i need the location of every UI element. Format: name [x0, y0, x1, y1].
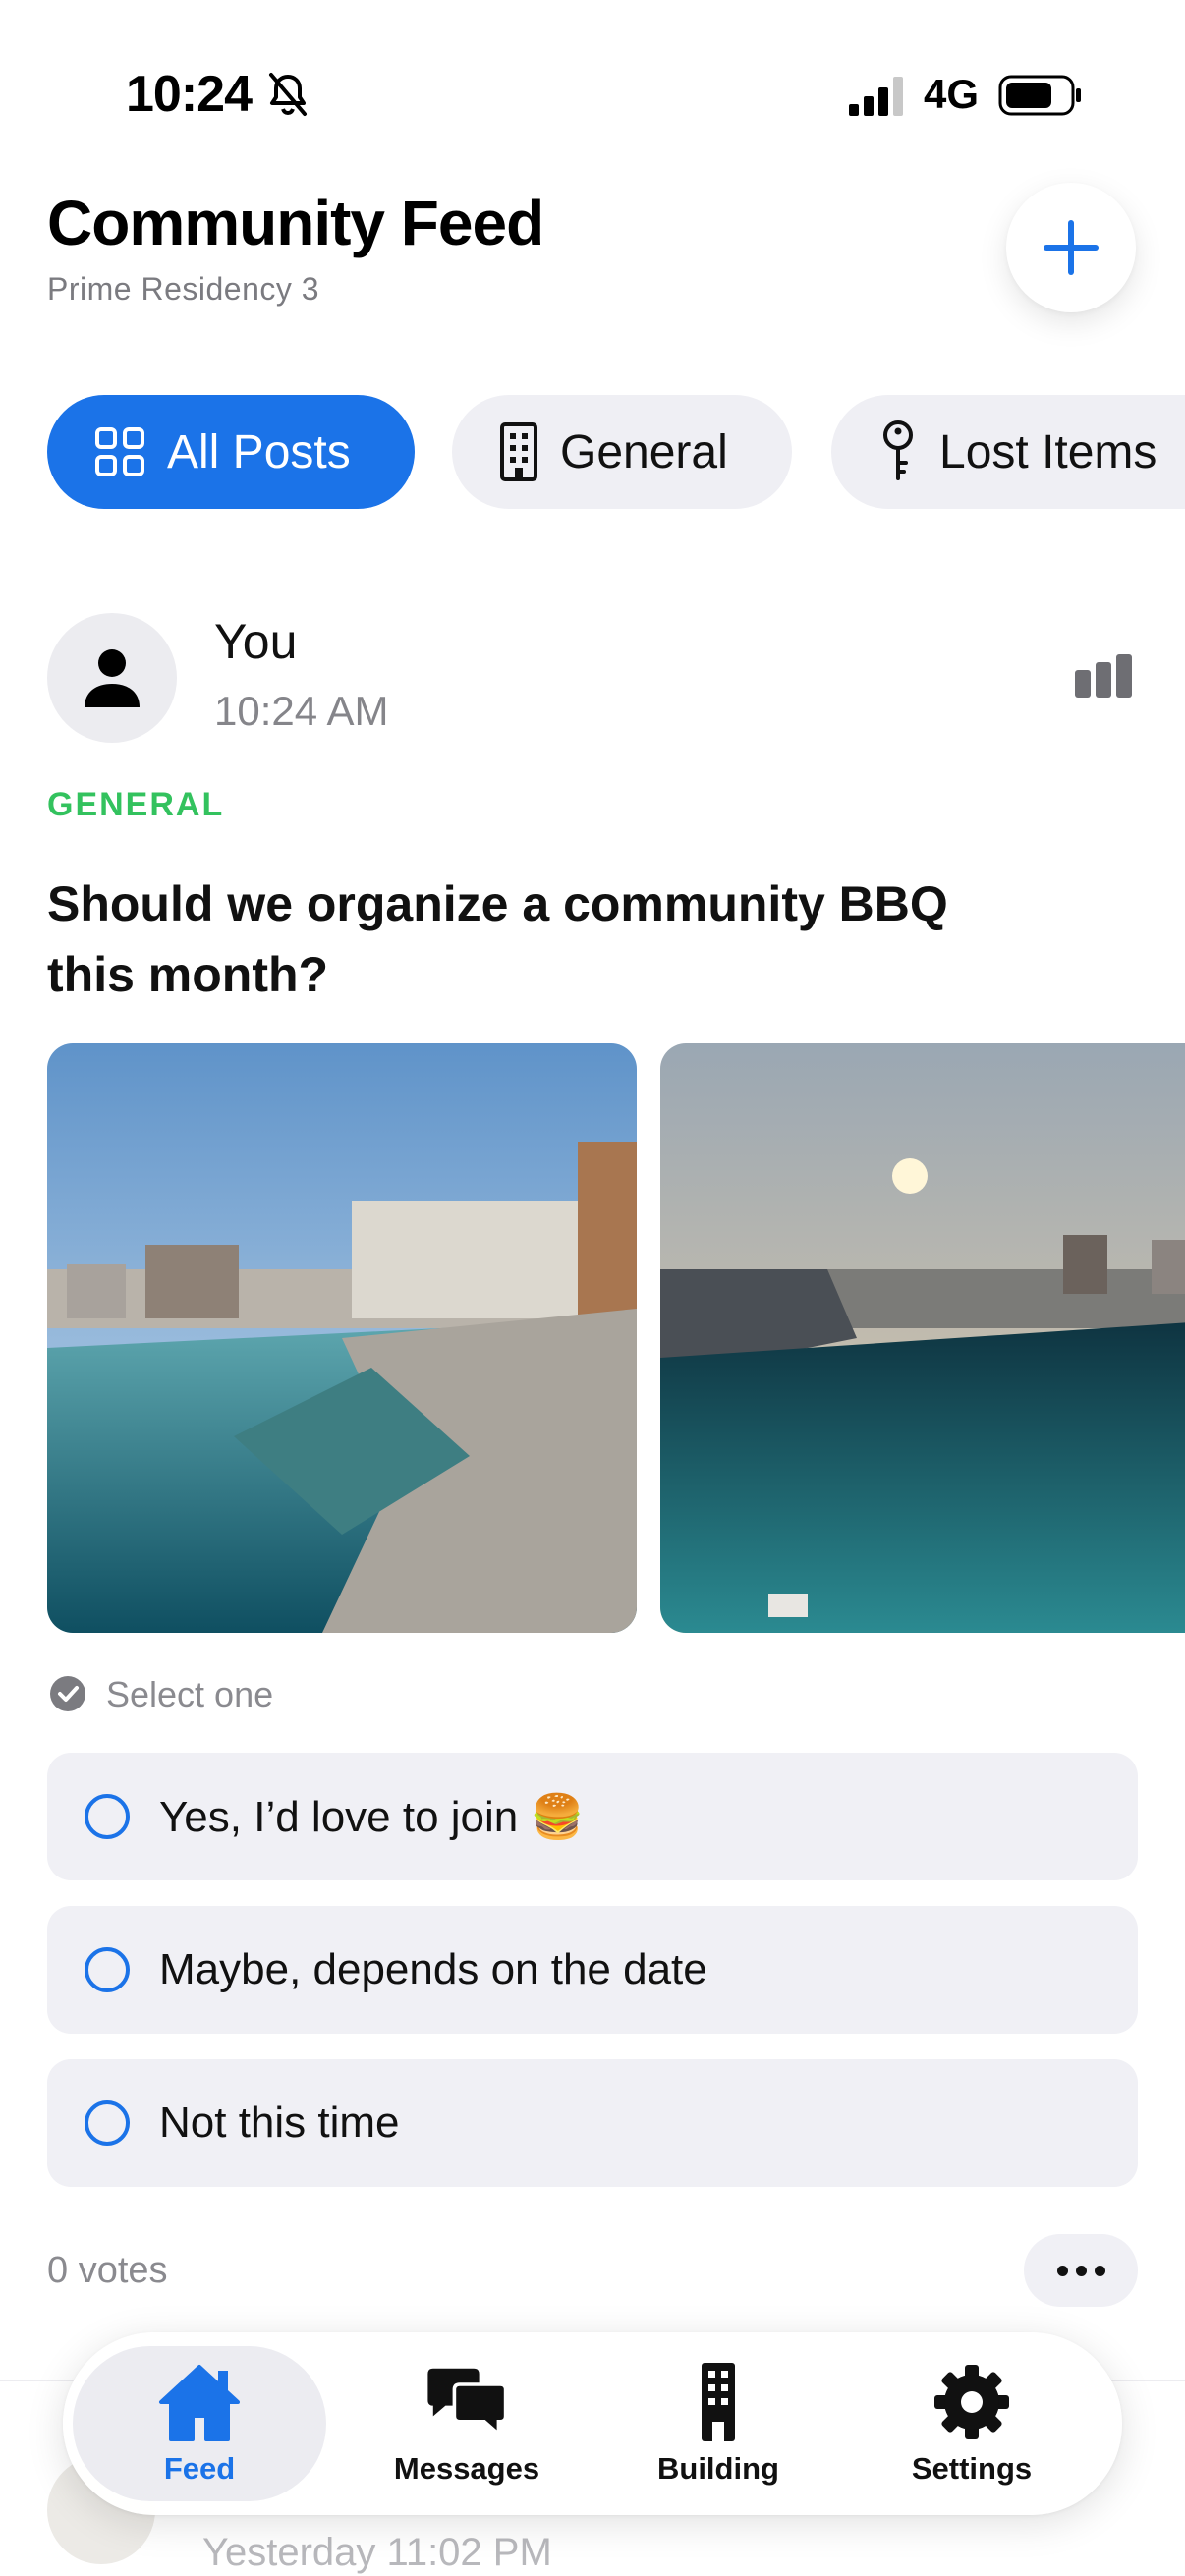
filter-all-posts[interactable]: All Posts — [47, 395, 415, 509]
tab-label: Feed — [163, 2451, 236, 2486]
tab-label: Messages — [393, 2451, 540, 2486]
home-icon — [159, 2365, 240, 2441]
bell-off-icon — [269, 73, 307, 116]
community-feed-screen: 10:24 4G Community Feed Prime Residency … — [0, 0, 1185, 2576]
tab-bar: Feed Messages Building Settings — [63, 2332, 1122, 2515]
more-options-button[interactable] — [1024, 2234, 1138, 2307]
post-category: GENERAL — [47, 786, 225, 823]
poll-chart-icon — [1075, 654, 1132, 698]
poll-instructions: Select one — [106, 1674, 274, 1714]
tab-settings[interactable]: Settings — [845, 2346, 1099, 2501]
poll-option-label: Maybe, depends on the date — [159, 1945, 707, 1993]
post-photo[interactable] — [660, 1043, 1185, 1633]
poll-option-label: Not this time — [159, 2099, 400, 2147]
filter-label: General — [560, 425, 728, 478]
signal-icon — [849, 77, 903, 116]
tab-building[interactable]: Building — [592, 2346, 845, 2501]
network-type: 4G — [924, 71, 980, 117]
radio-button[interactable] — [85, 1947, 130, 1992]
post-photo[interactable] — [47, 1043, 637, 1633]
person-icon — [85, 649, 140, 707]
chat-bubbles-icon — [427, 2368, 508, 2438]
building-icon — [702, 2363, 735, 2441]
rooftop-pool-sunset-photo — [660, 1043, 1185, 1633]
post-timestamp: 10:24 AM — [214, 688, 389, 734]
gear-icon — [934, 2365, 1009, 2439]
tab-label: Building — [657, 2451, 779, 2486]
filter-label: Lost Items — [939, 425, 1157, 478]
post-timestamp: Yesterday 11:02 PM — [202, 2531, 552, 2574]
tab-label: Settings — [911, 2451, 1033, 2486]
tab-messages[interactable]: Messages — [340, 2346, 593, 2501]
votes-count: 0 votes — [47, 2250, 168, 2291]
add-post-button[interactable] — [1006, 183, 1136, 312]
filter-general[interactable]: General — [452, 395, 792, 509]
post-question: Should we organize a community BBQ this … — [47, 876, 948, 1002]
radio-button[interactable] — [85, 2100, 130, 2146]
author-name: You — [214, 614, 298, 669]
tab-feed[interactable]: Feed — [73, 2346, 326, 2501]
building-icon — [500, 422, 537, 481]
key-icon — [883, 420, 913, 480]
page-title: Community Feed — [47, 188, 544, 258]
author-avatar[interactable] — [47, 613, 177, 743]
filter-label: All Posts — [167, 425, 351, 478]
filter-lost-items[interactable]: Lost Items — [831, 395, 1185, 509]
plus-icon — [1044, 220, 1099, 275]
building-name: Prime Residency 3 — [47, 271, 320, 307]
poll-option[interactable]: Not this time — [47, 2059, 1138, 2187]
ellipsis-icon — [1056, 2265, 1068, 2276]
checkmark-circle-icon — [50, 1676, 85, 1711]
radio-button[interactable] — [85, 1794, 130, 1839]
poll-option-label: Yes, I’d love to join 🍔 — [159, 1793, 585, 1841]
grid-icon — [95, 427, 144, 476]
status-time: 10:24 — [126, 66, 253, 123]
poll-option[interactable]: Yes, I’d love to join 🍔 — [47, 1753, 1138, 1880]
battery-icon — [998, 75, 1081, 116]
poll-option[interactable]: Maybe, depends on the date — [47, 1906, 1138, 2034]
rooftop-pool-photo — [47, 1043, 637, 1633]
